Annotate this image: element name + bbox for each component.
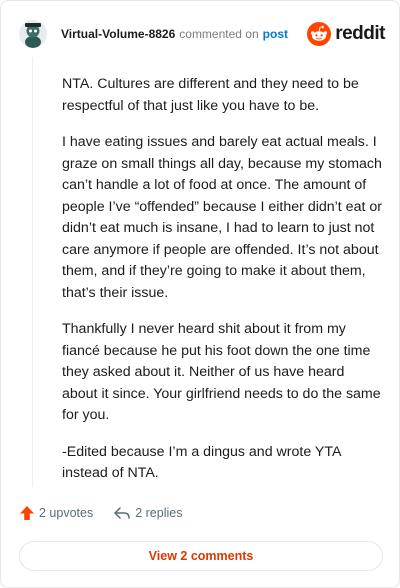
avatar-icon <box>19 20 47 48</box>
reply-arrow-icon <box>114 507 130 519</box>
comment-paragraph: -Edited because I’m a dingus and wrote Y… <box>62 443 341 482</box>
comment-paragraph: I have eating issues and barely eat actu… <box>62 134 382 301</box>
reply-count: 2 replies <box>135 506 183 520</box>
action-text: commented on <box>179 27 259 41</box>
thread-line <box>32 57 33 487</box>
comment-body: NTA. Cultures are different and they nee… <box>62 74 382 500</box>
comment-meta: Virtual-Volume-8826 commented on post <box>61 27 288 41</box>
upvote-arrow-icon <box>20 506 34 520</box>
comment-paragraph: NTA. Cultures are different and they nee… <box>62 76 359 114</box>
upvote-button[interactable]: 2 upvotes <box>19 505 93 521</box>
comment-header: Virtual-Volume-8826 commented on post re… <box>19 19 385 49</box>
reddit-logo[interactable]: reddit <box>307 22 385 46</box>
reply-button[interactable]: 2 replies <box>113 505 182 521</box>
comment-actions: 2 upvotes 2 replies <box>19 505 202 521</box>
comment-paragraph: Thankfully I never heard shit about it f… <box>62 321 381 423</box>
post-link[interactable]: post <box>263 27 288 41</box>
upvote-count: 2 upvotes <box>39 506 94 520</box>
view-comments-button[interactable]: View 2 comments <box>19 541 383 571</box>
username-link[interactable]: Virtual-Volume-8826 <box>61 27 175 41</box>
reddit-wordmark: reddit <box>335 23 385 44</box>
comment-card: Virtual-Volume-8826 commented on post re… <box>0 0 400 588</box>
reddit-alien-icon <box>307 22 332 46</box>
avatar[interactable] <box>19 20 47 48</box>
